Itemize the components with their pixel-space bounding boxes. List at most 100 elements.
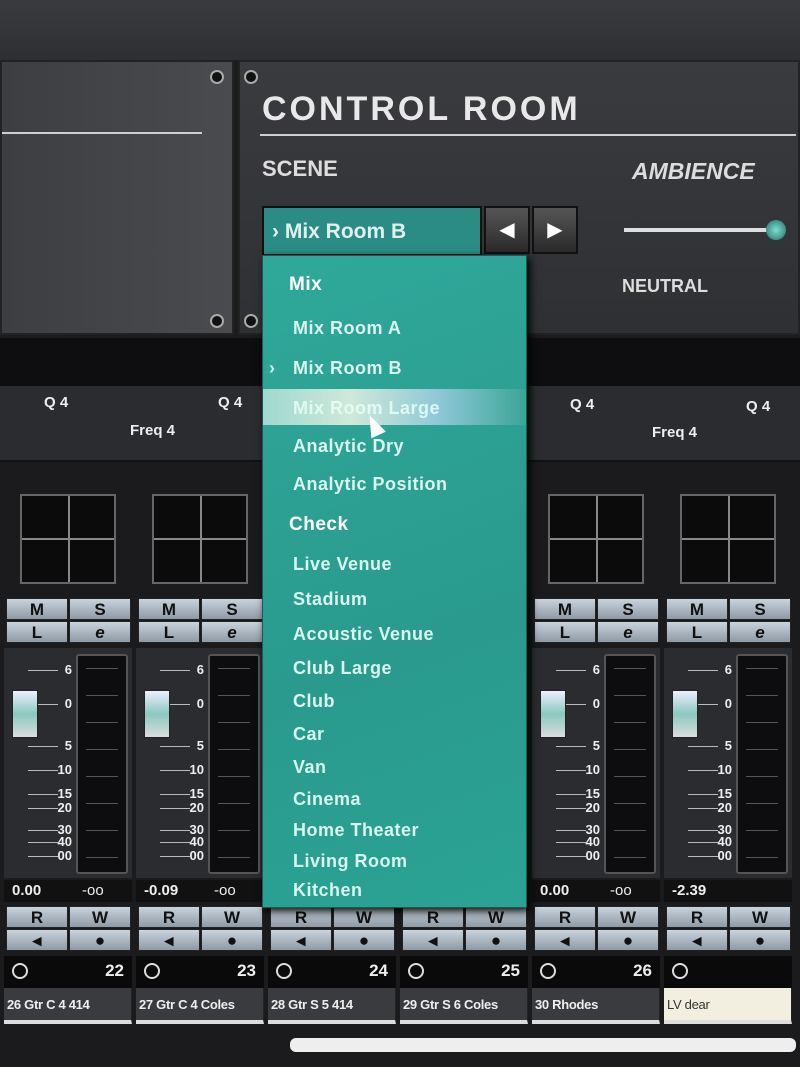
speaker-icon[interactable]: ◂	[138, 929, 200, 951]
next-scene-button[interactable]: ▶	[532, 206, 578, 254]
volume-fader[interactable]	[672, 690, 698, 738]
menu-item[interactable]: Stadium	[293, 589, 368, 610]
menu-item[interactable]: Club Large	[293, 658, 392, 679]
read-automation-button[interactable]: R	[534, 906, 596, 928]
eq-q-label: Q 4	[218, 394, 243, 411]
speaker-icon[interactable]: ◂	[6, 929, 68, 951]
listen-button[interactable]: L	[138, 621, 200, 643]
write-automation-button[interactable]: W	[69, 906, 131, 928]
left-panel	[0, 60, 234, 335]
menu-item[interactable]: Van	[293, 757, 327, 778]
menu-item[interactable]: Acoustic Venue	[293, 624, 434, 645]
write-automation-button[interactable]: W	[201, 906, 263, 928]
top-bar	[0, 0, 800, 60]
channel-name[interactable]: 26 Gtr C 4 414	[4, 988, 132, 1024]
speaker-icon[interactable]: ◂	[534, 929, 596, 951]
solo-button[interactable]: S	[201, 598, 263, 620]
panner[interactable]	[548, 494, 644, 584]
panner[interactable]	[20, 494, 116, 584]
channel-name[interactable]: 29 Gtr S 6 Coles	[400, 988, 528, 1024]
volume-fader[interactable]	[144, 690, 170, 738]
ambience-slider-handle[interactable]	[766, 220, 786, 240]
speaker-icon[interactable]: ◂	[666, 929, 728, 951]
panner[interactable]	[680, 494, 776, 584]
channel-name[interactable]: LV dear	[664, 988, 792, 1024]
listen-button[interactable]: L	[666, 621, 728, 643]
menu-item[interactable]: Living Room	[293, 851, 408, 872]
fader-area: 605101520304000	[136, 648, 264, 878]
speaker-icon[interactable]: ◂	[402, 929, 464, 951]
menu-item[interactable]: Home Theater	[293, 820, 419, 841]
fader-scale-label: 0	[724, 696, 732, 711]
read-automation-button[interactable]: R	[138, 906, 200, 928]
menu-item[interactable]: Live Venue	[293, 554, 392, 575]
channel-name[interactable]: 30 Rhodes	[532, 988, 660, 1024]
mono-icon[interactable]	[672, 963, 688, 979]
mono-icon[interactable]	[408, 963, 424, 979]
mute-button[interactable]: M	[138, 598, 200, 620]
solo-button[interactable]: S	[597, 598, 659, 620]
menu-item[interactable]: Cinema	[293, 789, 361, 810]
mono-icon[interactable]	[540, 963, 556, 979]
read-automation-button[interactable]: R	[6, 906, 68, 928]
horizontal-scrollbar[interactable]	[290, 1038, 796, 1052]
fader-scale-label: 5	[64, 738, 72, 753]
write-automation-button[interactable]: W	[597, 906, 659, 928]
menu-item-label: Club Large	[293, 658, 393, 678]
solo-button[interactable]: S	[69, 598, 131, 620]
edit-button[interactable]: e	[597, 621, 659, 643]
mono-icon[interactable]	[144, 963, 160, 979]
record-icon[interactable]: ●	[729, 929, 791, 951]
write-automation-button[interactable]: W	[729, 906, 791, 928]
record-icon[interactable]: ●	[465, 929, 527, 951]
record-icon[interactable]: ●	[597, 929, 659, 951]
record-icon[interactable]: ●	[333, 929, 395, 951]
edit-button[interactable]: e	[69, 621, 131, 643]
channel-name[interactable]: 28 Gtr S 5 414	[268, 988, 396, 1024]
edit-button[interactable]: e	[201, 621, 263, 643]
volume-fader[interactable]	[540, 690, 566, 738]
channel-name[interactable]: 27 Gtr C 4 Coles	[136, 988, 264, 1024]
eq-freq-label: Freq 4	[652, 424, 698, 441]
write-automation-button[interactable]: W	[465, 906, 527, 928]
edit-button[interactable]: e	[729, 621, 791, 643]
volume-fader[interactable]	[12, 690, 38, 738]
mono-icon[interactable]	[276, 963, 292, 979]
menu-item-label: Mix	[289, 274, 323, 295]
panner[interactable]	[152, 494, 248, 584]
volume-value: -2.39	[672, 882, 707, 899]
scale-tick	[688, 856, 718, 857]
mute-button[interactable]: M	[6, 598, 68, 620]
menu-item[interactable]: › Mix Room B	[269, 358, 402, 379]
solo-button[interactable]: S	[729, 598, 791, 620]
read-automation-button[interactable]: R	[402, 906, 464, 928]
listen-button[interactable]: L	[6, 621, 68, 643]
menu-item[interactable]: Car	[293, 724, 325, 745]
prev-scene-button[interactable]: ◀	[484, 206, 530, 254]
screw-icon	[210, 314, 224, 328]
level-readout: 0.00 -oo	[532, 880, 660, 902]
scene-select[interactable]: › Mix Room B	[262, 206, 482, 256]
read-automation-button[interactable]: R	[666, 906, 728, 928]
mono-icon[interactable]	[12, 963, 28, 979]
mute-button[interactable]: M	[666, 598, 728, 620]
scale-tick	[688, 746, 718, 747]
menu-item-label: Car	[293, 724, 325, 744]
menu-item[interactable]: Mix Room A	[293, 318, 401, 339]
ambience-slider[interactable]	[624, 228, 784, 232]
record-icon[interactable]: ●	[69, 929, 131, 951]
listen-button[interactable]: L	[534, 621, 596, 643]
fader-scale-label: 40	[189, 834, 204, 849]
read-automation-button[interactable]: R	[270, 906, 332, 928]
menu-item[interactable]: Analytic Position	[293, 474, 448, 495]
mute-button[interactable]: M	[534, 598, 596, 620]
menu-item[interactable]: Kitchen	[293, 880, 363, 901]
fader-scale-label: 5	[196, 738, 204, 753]
write-automation-button[interactable]: W	[333, 906, 395, 928]
record-icon[interactable]: ●	[201, 929, 263, 951]
menu-item-label: Cinema	[293, 789, 362, 809]
speaker-icon[interactable]: ◂	[270, 929, 332, 951]
menu-item[interactable]: Club	[293, 691, 335, 712]
fader-scale-label: 10	[585, 762, 600, 777]
menu-item[interactable]: Analytic Dry	[293, 436, 404, 457]
